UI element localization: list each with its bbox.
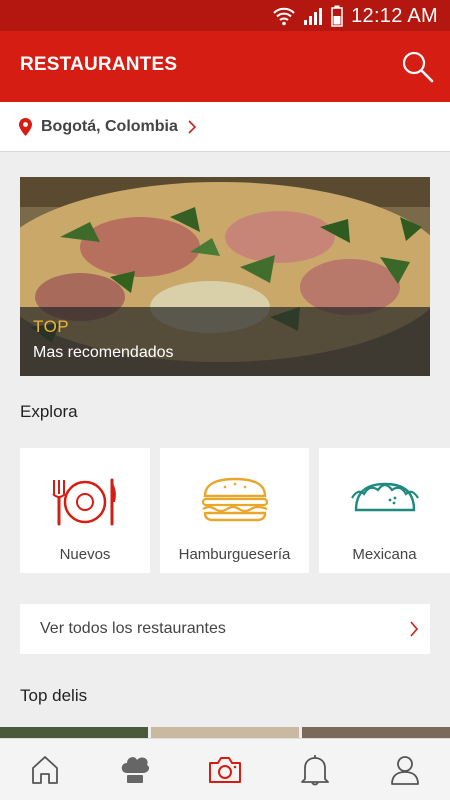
wifi-icon xyxy=(273,7,295,26)
category-card-nuevos[interactable]: Nuevos xyxy=(20,448,150,573)
status-icons: 12:12 AM xyxy=(273,4,438,28)
signal-icon xyxy=(304,8,323,25)
burger-icon xyxy=(201,477,268,522)
hero-banner[interactable]: TOP Mas recomendados xyxy=(20,177,430,376)
chevron-right-icon xyxy=(410,621,419,637)
bell-icon xyxy=(301,755,329,786)
home-icon xyxy=(32,756,58,784)
location-selector[interactable]: Bogotá, Colombia xyxy=(0,102,450,152)
chef-hat-icon xyxy=(121,757,150,783)
plate-cutlery-icon xyxy=(52,478,116,526)
battery-icon xyxy=(331,5,343,27)
page-title: RESTAURANTES xyxy=(20,54,178,75)
location-text: Bogotá, Colombia xyxy=(41,117,178,135)
category-carousel[interactable]: Nuevos Hamburguesería Mexicana xyxy=(20,448,450,573)
chevron-right-icon xyxy=(188,119,197,134)
taco-icon xyxy=(350,482,419,512)
nav-chef[interactable] xyxy=(90,739,180,800)
profile-icon xyxy=(391,756,419,785)
search-icon xyxy=(402,51,434,83)
top-delis-title: Top delis xyxy=(20,686,88,705)
status-bar: 12:12 AM xyxy=(0,0,450,31)
category-card-hamburgueseria[interactable]: Hamburguesería xyxy=(160,448,309,573)
view-all-restaurants-button[interactable]: Ver todos los restaurantes xyxy=(20,604,430,654)
camera-icon xyxy=(209,757,241,783)
nav-notifications[interactable] xyxy=(270,739,360,800)
hero-tag: TOP xyxy=(33,317,70,336)
hero-overlay: TOP Mas recomendados xyxy=(20,307,430,376)
bottom-nav xyxy=(0,738,450,800)
search-button[interactable] xyxy=(400,49,436,85)
category-label: Hamburguesería xyxy=(178,546,291,563)
hero-subtitle: Mas recomendados xyxy=(33,344,174,361)
status-time: 12:12 AM xyxy=(351,4,438,27)
category-label: Nuevos xyxy=(59,546,111,563)
app-bar: RESTAURANTES xyxy=(0,31,450,102)
location-pin-icon xyxy=(19,117,32,136)
category-label: Mexicana xyxy=(352,546,417,563)
nav-camera[interactable] xyxy=(180,739,270,800)
view-all-label: Ver todos los restaurantes xyxy=(40,620,226,637)
category-card-mexicana[interactable]: Mexicana xyxy=(319,448,450,573)
explore-section-title: Explora xyxy=(20,402,78,421)
nav-profile[interactable] xyxy=(360,739,450,800)
nav-home[interactable] xyxy=(0,739,90,800)
